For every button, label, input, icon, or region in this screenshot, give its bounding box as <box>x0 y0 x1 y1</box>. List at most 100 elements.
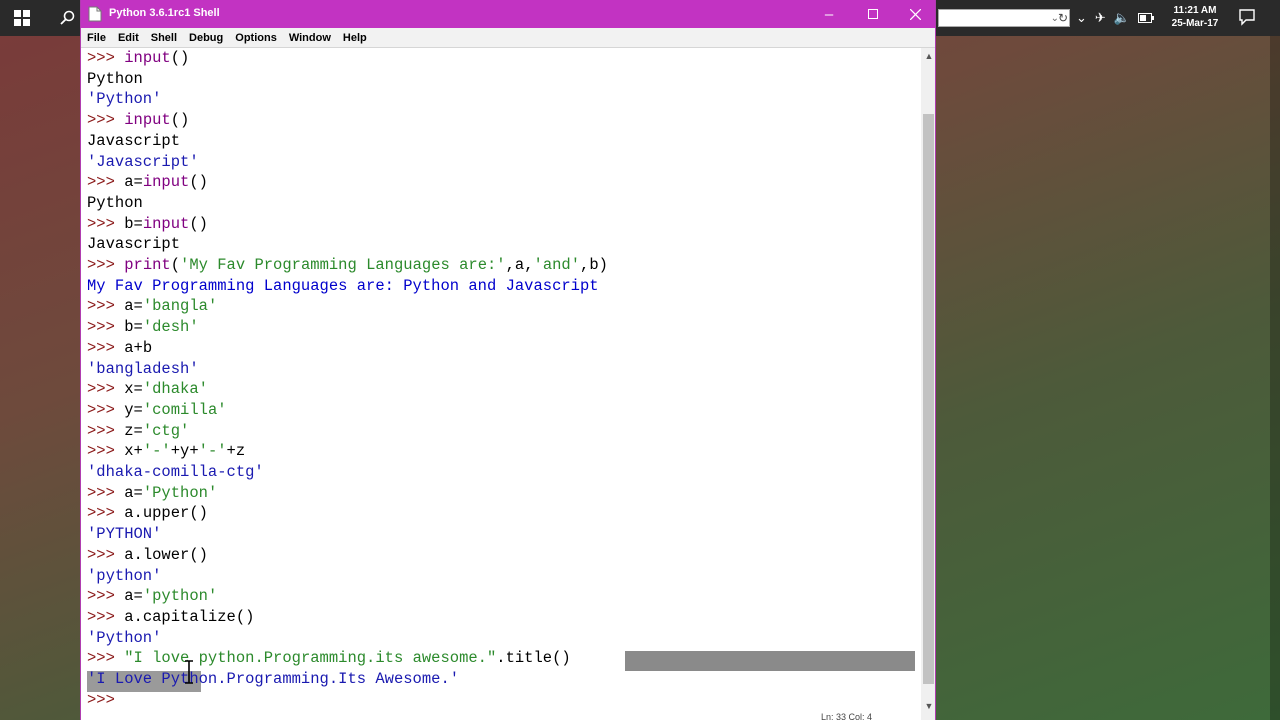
shell-text: a= <box>124 297 143 316</box>
shell-line: >>> a.capitalize() <box>87 607 254 628</box>
menu-shell[interactable]: Shell <box>145 32 183 44</box>
shell-line: My Fav Programming Languages are: Python… <box>87 276 599 297</box>
shell-text: 'Python' <box>87 90 162 109</box>
battery-icon[interactable] <box>1138 11 1154 26</box>
close-button[interactable] <box>893 0 935 28</box>
shell-prompt: >>> <box>87 338 125 357</box>
shell-prompt: >>> <box>87 690 125 709</box>
shell-text: 'Python' <box>142 483 218 502</box>
shell-line: >>> a+b <box>87 338 152 359</box>
shell-text: a= <box>124 483 143 502</box>
shell-text: b= <box>124 214 143 233</box>
menu-debug[interactable]: Debug <box>183 32 229 44</box>
shell-text: print <box>124 256 171 274</box>
menu-bar: File Edit Shell Debug Options Window Hel… <box>81 28 935 48</box>
taskbar-clock[interactable]: 11:21 AM 25-Mar-17 <box>1160 4 1230 30</box>
scroll-up-icon[interactable]: ▲ <box>921 48 935 64</box>
scroll-thumb[interactable] <box>923 114 934 684</box>
shell-line: >>> a.lower() <box>87 545 208 566</box>
shell-line: 'dhaka-comilla-ctg' <box>87 462 264 483</box>
shell-text: 'My Fav Programming Languages are:' <box>180 256 506 274</box>
shell-line: >>> print('My Fav Programming Languages … <box>87 255 608 276</box>
shell-text: 'ctg' <box>142 421 190 440</box>
shell-text: ,a, <box>505 256 534 274</box>
selection-highlight <box>625 651 915 671</box>
vertical-scrollbar[interactable]: ▲ ▼ <box>921 48 935 720</box>
shell-text: .title() <box>496 649 571 668</box>
shell-line: >>> a='Python' <box>87 483 217 504</box>
shell-prompt: >>> <box>87 380 125 399</box>
window-titlebar[interactable]: Python 3.6.1rc1 Shell – <box>81 0 935 28</box>
system-tray: ⌄ ✈ 🔈 <box>1076 0 1154 36</box>
shell-text: '-' <box>142 442 171 461</box>
shell-text: +y+ <box>170 442 199 461</box>
shell-line: Python <box>87 193 143 214</box>
shell-text: 'dhaka' <box>142 380 208 399</box>
volume-icon[interactable]: 🔈 <box>1114 10 1130 26</box>
shell-line: 'I Love Python.Programming.Its Awesome.' <box>87 669 459 690</box>
shell-prompt: >>> <box>87 587 125 606</box>
window-title: Python 3.6.1rc1 Shell <box>109 7 220 19</box>
status-bar: Ln: 33 Col: 4 <box>821 712 873 720</box>
shell-text: () <box>189 214 208 233</box>
menu-edit[interactable]: Edit <box>112 32 145 44</box>
idle-shell-window: Python 3.6.1rc1 Shell – File Edit Shell … <box>80 0 936 720</box>
shell-text: input <box>124 49 171 67</box>
maximize-button[interactable] <box>851 0 895 28</box>
shell-line: 'PYTHON' <box>87 524 161 545</box>
shell-text-area[interactable]: >>> input() Python 'Python' >>> input() Java… <box>81 48 921 720</box>
shell-line: >>> b='desh' <box>87 317 199 338</box>
menu-file[interactable]: File <box>81 32 112 44</box>
shell-prompt: >>> <box>87 214 125 233</box>
shell-line: >>> a='bangla' <box>87 296 217 317</box>
shell-line: >>> <box>87 690 124 711</box>
shell-text: 'comilla' <box>142 400 227 419</box>
shell-text: a.capitalize() <box>124 607 255 626</box>
menu-options[interactable]: Options <box>229 32 283 44</box>
shell-prompt: >>> <box>87 297 125 316</box>
shell-prompt: >>> <box>87 421 125 440</box>
shell-line: 'Python' <box>87 89 161 110</box>
shell-text: ,b) <box>580 256 608 274</box>
shell-text: 'Python' <box>87 628 162 647</box>
shell-prompt: >>> <box>87 400 125 419</box>
scroll-down-icon[interactable]: ▼ <box>921 698 935 714</box>
shell-line: >>> "I love python.Programming.its aweso… <box>87 648 571 669</box>
chevron-down-icon[interactable]: ⌄ <box>1076 10 1087 26</box>
network-icon[interactable]: ✈ <box>1095 10 1106 26</box>
shell-text: input <box>142 173 190 192</box>
shell-text: input <box>124 111 171 130</box>
shell-text: ( <box>170 256 181 274</box>
shell-text: Python <box>87 193 143 212</box>
shell-text: y= <box>124 400 143 419</box>
taskbar-address-input[interactable]: ⌄ <box>938 9 1070 27</box>
shell-text: a= <box>124 587 143 606</box>
shell-text: a.upper() <box>124 504 208 523</box>
shell-line: >>> b=input() <box>87 214 208 235</box>
menu-window[interactable]: Window <box>283 32 337 44</box>
shell-text: 'and' <box>533 256 581 274</box>
shell-text: 'bangladesh' <box>87 359 199 378</box>
shell-prompt: >>> <box>87 442 125 461</box>
shell-prompt: >>> <box>87 49 125 67</box>
notification-icon[interactable] <box>1238 8 1258 28</box>
shell-line: Javascript <box>87 234 180 255</box>
shell-text: () <box>189 173 208 192</box>
shell-text: 'I Love Python.Programming.Its Awesome.' <box>87 670 460 688</box>
shell-line: >>> x+'-'+y+'-'+z <box>87 441 245 462</box>
refresh-icon[interactable]: ↻ <box>1056 9 1070 27</box>
windows-start-icon[interactable] <box>0 0 44 36</box>
shell-text: b= <box>124 318 143 337</box>
shell-text: 'python' <box>87 566 162 585</box>
menu-help[interactable]: Help <box>337 32 373 44</box>
shell-prompt: >>> <box>87 173 125 192</box>
shell-line: >>> a=input() <box>87 172 208 193</box>
shell-text: x+ <box>124 442 143 461</box>
shell-text: Javascript <box>87 131 181 150</box>
shell-text: '-' <box>198 442 227 461</box>
shell-line: 'Javascript' <box>87 152 199 173</box>
shell-text: a= <box>124 173 143 192</box>
minimize-button[interactable]: – <box>807 0 851 28</box>
shell-prompt: >>> <box>87 545 125 564</box>
shell-text: 'dhaka-comilla-ctg' <box>87 463 264 481</box>
